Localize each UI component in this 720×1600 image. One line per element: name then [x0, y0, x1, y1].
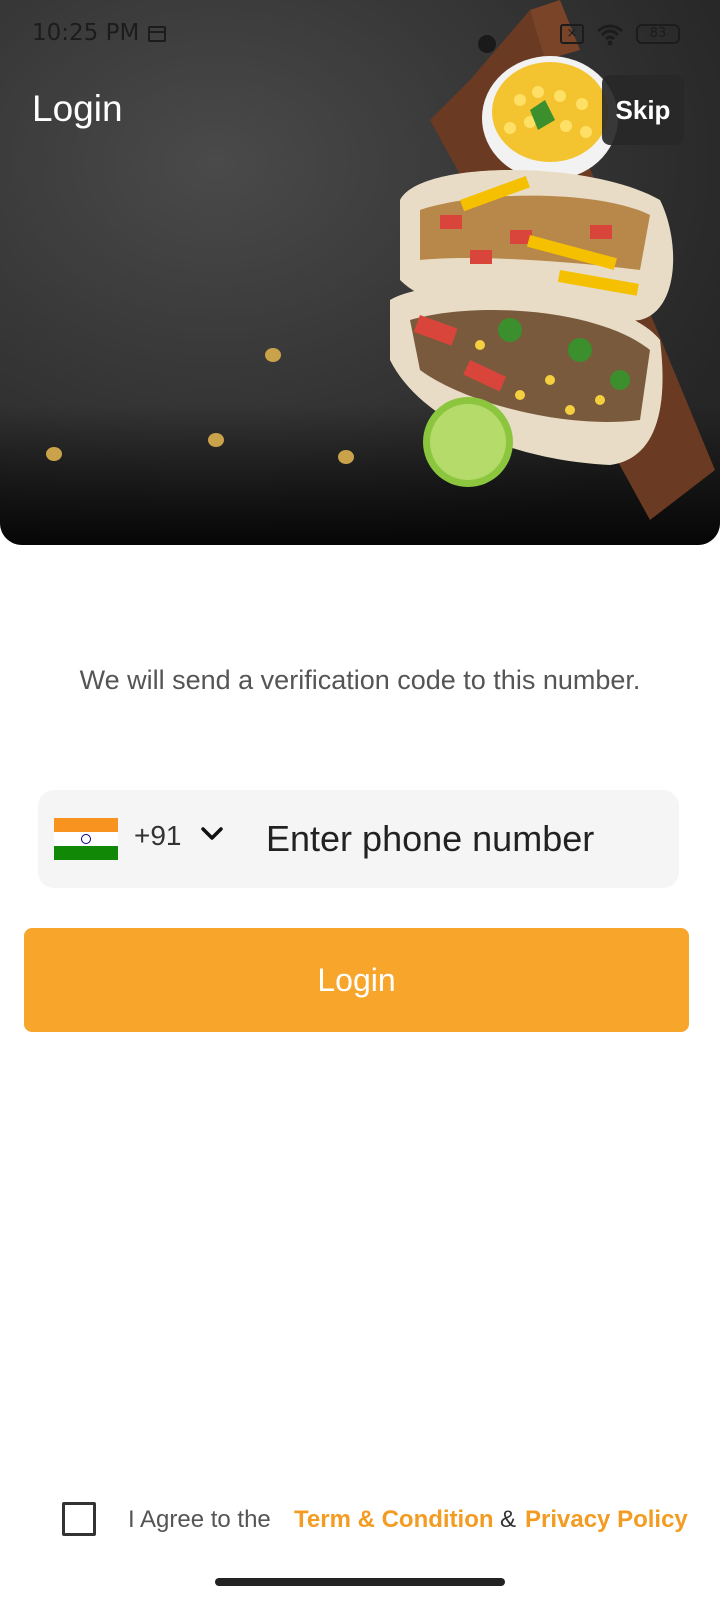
corn-kernel: [338, 450, 354, 464]
corn-kernel: [265, 348, 281, 362]
no-sim-icon: ×: [560, 24, 584, 44]
phone-input[interactable]: [264, 812, 658, 866]
terms-agreement: I Agree to the Term & Condition & Privac…: [62, 1500, 712, 1540]
corn-kernel: [46, 447, 62, 461]
terms-link[interactable]: Term & Condition: [294, 1506, 494, 1534]
ampersand: &: [500, 1506, 517, 1533]
page-title: Login: [32, 88, 123, 129]
login-button[interactable]: Login: [24, 928, 689, 1032]
verification-description: We will send a verification code to this…: [79, 665, 641, 695]
status-bar: 10:25 PM × 83: [32, 18, 680, 52]
agree-checkbox[interactable]: [62, 1502, 96, 1536]
home-indicator[interactable]: [215, 1578, 505, 1586]
india-flag-icon[interactable]: [54, 818, 118, 860]
privacy-link[interactable]: Privacy Policy: [525, 1506, 688, 1534]
skip-button[interactable]: Skip: [602, 75, 684, 145]
status-time: 10:25 PM: [32, 20, 140, 46]
battery-icon: 83: [636, 24, 680, 44]
phone-field: +91: [38, 790, 679, 888]
hero-banner: 10:25 PM × 83 Login Skip: [0, 0, 720, 545]
calendar-icon: [148, 26, 166, 42]
agree-text: I Agree to the: [128, 1506, 271, 1533]
wifi-icon: [597, 24, 623, 46]
country-code[interactable]: +91: [134, 820, 182, 852]
corn-kernel: [208, 433, 224, 447]
chevron-down-icon[interactable]: [198, 820, 226, 848]
